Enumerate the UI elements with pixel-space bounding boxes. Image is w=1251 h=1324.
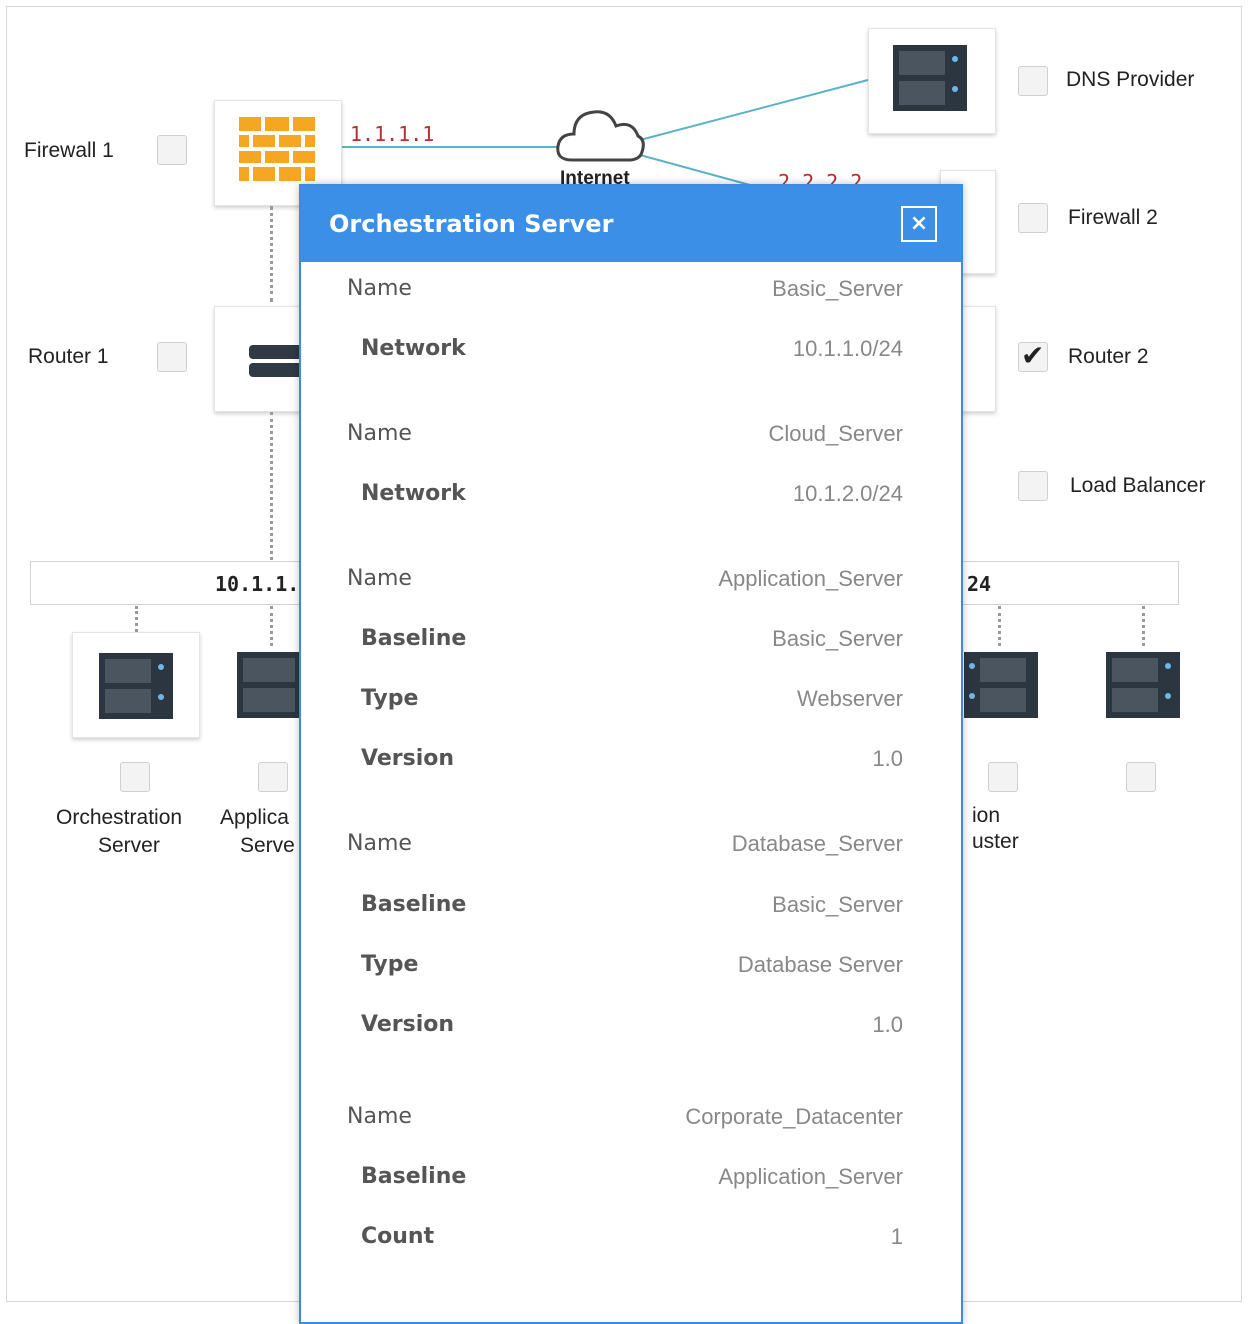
firewall1-label: Firewall 1	[24, 139, 114, 162]
dialog-row: Baseline Basic_Server	[301, 626, 961, 666]
right-server2-link	[1142, 606, 1145, 646]
row-value: Basic_Server	[772, 892, 903, 917]
dns-provider-checkbox[interactable]	[1018, 66, 1048, 96]
right-server1-link	[998, 606, 1001, 646]
firewall1-ip: 1.1.1.1	[350, 122, 435, 146]
row-value: Cloud_Server	[768, 421, 903, 446]
check-icon: ✔	[1021, 339, 1045, 372]
row-key: Baseline	[361, 626, 467, 651]
server-icon	[893, 45, 967, 111]
load-balancer-label: Load Balancer	[1070, 474, 1206, 497]
close-button[interactable]: ×	[901, 206, 937, 242]
right-server1-checkbox[interactable]	[988, 762, 1018, 792]
router2-label: Router 2	[1068, 345, 1149, 368]
server-icon	[1106, 652, 1180, 718]
row-value: Application_Server	[718, 1164, 903, 1189]
dialog-header: Orchestration Server ×	[301, 186, 961, 262]
row-key: Name	[347, 1104, 412, 1129]
dialog-row: Name Corporate_Datacenter	[301, 1104, 961, 1144]
row-key: Baseline	[361, 1164, 467, 1189]
application-server-label-line2: Serve	[240, 834, 295, 857]
application-server-label-line1: Applica	[220, 806, 289, 829]
dialog-title: Orchestration Server	[329, 210, 614, 238]
orchestration-server-link	[135, 606, 138, 632]
server-icon	[237, 652, 301, 718]
orchestration-server-checkbox[interactable]	[120, 762, 150, 792]
firewall1-router1-link	[270, 206, 273, 302]
firewall2-checkbox[interactable]	[1018, 203, 1048, 233]
dialog-row: Baseline Application_Server	[301, 1164, 961, 1204]
dns-provider-label: DNS Provider	[1066, 68, 1195, 91]
row-value: Database Server	[737, 952, 903, 977]
firewall2-label: Firewall 2	[1068, 206, 1158, 229]
right-server1-label-line2: uster	[972, 830, 1019, 853]
firewall1-checkbox[interactable]	[157, 135, 187, 165]
internet-dns-link	[639, 79, 869, 141]
router1-label: Router 1	[28, 345, 109, 368]
row-value: Corporate_Datacenter	[685, 1104, 903, 1129]
row-value: Application_Server	[718, 566, 903, 591]
dialog-row: Network 10.1.1.0/24	[301, 336, 961, 376]
row-key: Count	[361, 1224, 435, 1249]
right-server2-checkbox[interactable]	[1126, 762, 1156, 792]
dns-provider-card[interactable]	[868, 28, 996, 134]
row-value: 1	[890, 1224, 903, 1249]
row-key: Type	[361, 686, 419, 711]
application-server-link	[270, 606, 273, 646]
row-key: Network	[361, 481, 466, 506]
firewall-icon	[239, 117, 315, 181]
server-icon	[964, 652, 1038, 718]
router1-card[interactable]	[214, 306, 306, 412]
dialog-row: Name Database_Server	[301, 831, 961, 871]
row-value: Basic_Server	[772, 626, 903, 651]
server-icon	[99, 653, 173, 719]
orchestration-server-label-line1: Orchestration	[56, 806, 183, 829]
row-value: 10.1.1.0/24	[792, 336, 903, 361]
load-balancer-checkbox[interactable]	[1018, 471, 1048, 501]
orchestration-server-label-line2: Server	[98, 834, 160, 857]
router-icon	[249, 345, 305, 377]
row-key: Name	[347, 831, 412, 856]
row-value: 10.1.2.0/24	[792, 481, 903, 506]
row-key: Name	[347, 421, 412, 446]
dialog-row: Version 1.0	[301, 1012, 961, 1052]
cloud-icon	[556, 110, 645, 162]
internet-firewall2-link	[639, 154, 751, 186]
dialog-row: Count 1	[301, 1224, 961, 1264]
right-server1-label-line1: ion	[972, 804, 1001, 827]
row-key: Name	[347, 566, 412, 591]
dialog-row: Baseline Basic_Server	[301, 892, 961, 932]
dialog-row: Type Webserver	[301, 686, 961, 726]
row-key: Name	[347, 276, 412, 301]
row-key: Baseline	[361, 892, 467, 917]
dialog-row: Name Basic_Server	[301, 276, 961, 316]
row-key: Version	[361, 746, 455, 771]
row-value: 1.0	[872, 746, 903, 771]
firewall2-ip: 2.2.2.2	[778, 170, 863, 184]
row-key: Network	[361, 336, 466, 361]
router1-checkbox[interactable]	[157, 342, 187, 372]
internet-label: Internet	[560, 168, 630, 184]
row-key: Version	[361, 1012, 455, 1037]
network-diagram: Internet 1.1.1.1 2.2.2.2 Firewall 1 Rout…	[0, 0, 1251, 1324]
row-value: 1.0	[872, 1012, 903, 1037]
segment-right-label: 24	[967, 572, 992, 596]
orchestration-server-dialog: Orchestration Server × Name Basic_Server N…	[299, 184, 963, 1324]
dialog-row: Name Cloud_Server	[301, 421, 961, 461]
application-server-checkbox[interactable]	[258, 762, 288, 792]
row-value: Webserver	[797, 686, 903, 711]
row-value: Database_Server	[731, 831, 903, 856]
dialog-row: Name Application_Server	[301, 566, 961, 606]
dialog-row: Type Database Server	[301, 952, 961, 992]
row-key: Type	[361, 952, 419, 977]
orchestration-server-card[interactable]	[72, 632, 200, 738]
row-value: Basic_Server	[772, 276, 903, 301]
dialog-row: Version 1.0	[301, 746, 961, 786]
router1-segment-link	[270, 412, 273, 560]
router2-checkbox[interactable]: ✔	[1018, 339, 1048, 372]
dialog-row: Network 10.1.2.0/24	[301, 481, 961, 521]
